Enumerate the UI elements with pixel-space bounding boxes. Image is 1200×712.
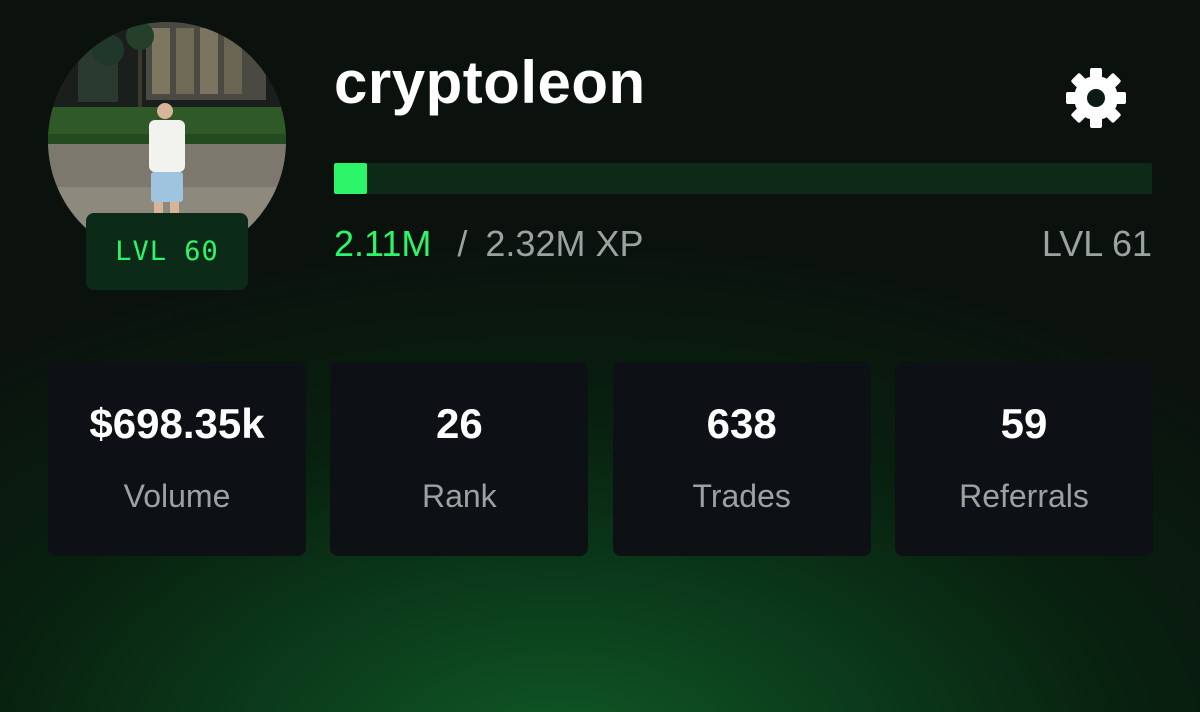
gear-icon[interactable] <box>1062 64 1130 132</box>
stats-row: $698.35k Volume 26 Rank 638 Trades 59 Re… <box>48 362 1153 556</box>
stat-card-referrals: 59 Referrals <box>894 362 1153 556</box>
xp-separator: / <box>457 223 468 264</box>
xp-current: 2.11M <box>334 223 432 264</box>
stat-label: Rank <box>421 478 497 514</box>
level-badge: LVL 60 <box>86 213 248 290</box>
xp-progress-fill <box>334 163 367 194</box>
xp-total: 2.32M XP <box>485 223 644 264</box>
stat-card-trades: 638 Trades <box>612 362 871 556</box>
xp-progress-bar <box>334 163 1152 194</box>
stat-label: Trades <box>692 478 791 514</box>
next-level: LVL 61 <box>1041 223 1152 264</box>
stat-card-volume: $698.35k Volume <box>48 362 306 556</box>
xp-row: 2.11M / 2.32M XP LVL 61 <box>334 222 1152 266</box>
stat-label: Referrals <box>959 478 1089 514</box>
stat-value: $698.35k <box>89 400 265 447</box>
stat-label: Volume <box>123 478 231 514</box>
username: cryptoleon <box>334 49 646 116</box>
stat-value: 638 <box>706 400 777 447</box>
stat-value: 59 <box>1000 400 1048 447</box>
stat-value: 26 <box>435 400 483 447</box>
stat-card-rank: 26 Rank <box>330 362 589 556</box>
